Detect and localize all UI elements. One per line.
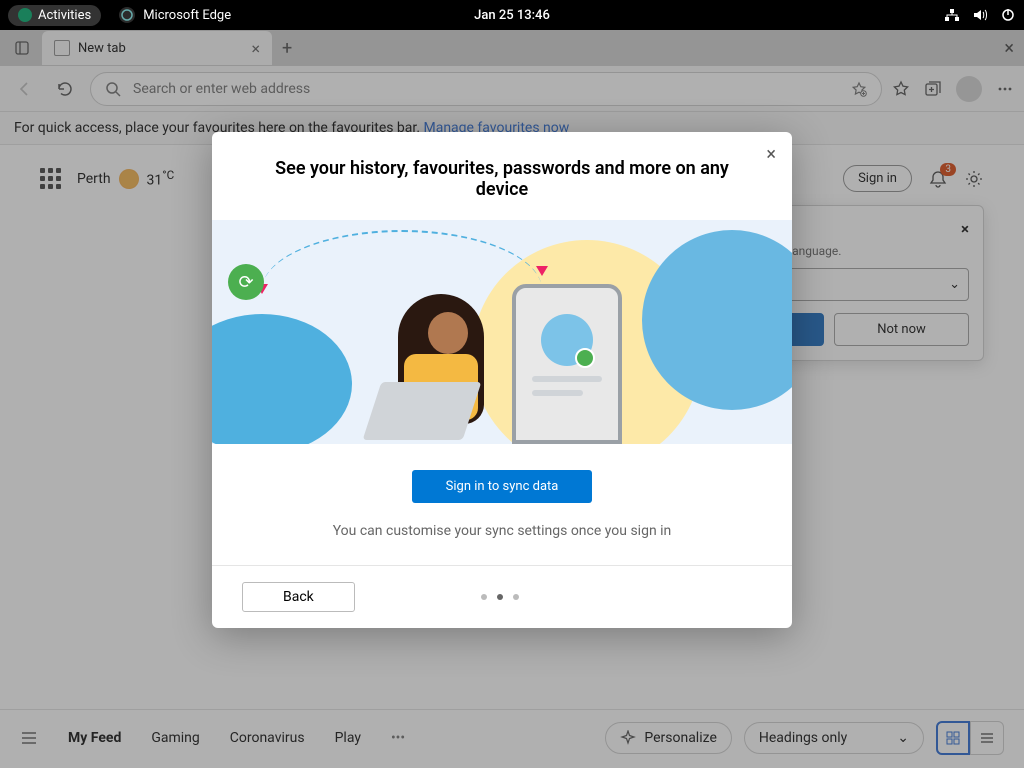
sync-icon: ⟳ bbox=[228, 264, 264, 300]
modal-illustration: ⟳ bbox=[212, 220, 792, 444]
modal-title: See your history, favourites, passwords … bbox=[212, 132, 792, 220]
activities-label: Activities bbox=[38, 8, 91, 23]
gnome-top-bar: Activities Microsoft Edge Jan 25 13:46 bbox=[0, 0, 1024, 30]
modal-note: You can customise your sync settings onc… bbox=[238, 523, 766, 539]
modal-close-button[interactable]: × bbox=[766, 144, 776, 165]
current-app[interactable]: Microsoft Edge bbox=[119, 7, 231, 23]
back-button[interactable]: Back bbox=[242, 582, 355, 612]
power-icon[interactable] bbox=[1000, 7, 1016, 23]
activities-icon bbox=[18, 8, 32, 22]
network-icon[interactable] bbox=[944, 7, 960, 23]
page-indicator bbox=[481, 594, 519, 600]
sync-modal: × See your history, favourites, password… bbox=[212, 132, 792, 628]
system-tray bbox=[944, 7, 1016, 23]
sign-in-sync-button[interactable]: Sign in to sync data bbox=[412, 470, 593, 503]
edge-icon bbox=[119, 7, 135, 23]
clock[interactable]: Jan 25 13:46 bbox=[474, 8, 550, 23]
activities-button[interactable]: Activities bbox=[8, 5, 101, 26]
volume-icon[interactable] bbox=[972, 7, 988, 23]
app-name: Microsoft Edge bbox=[143, 8, 231, 23]
